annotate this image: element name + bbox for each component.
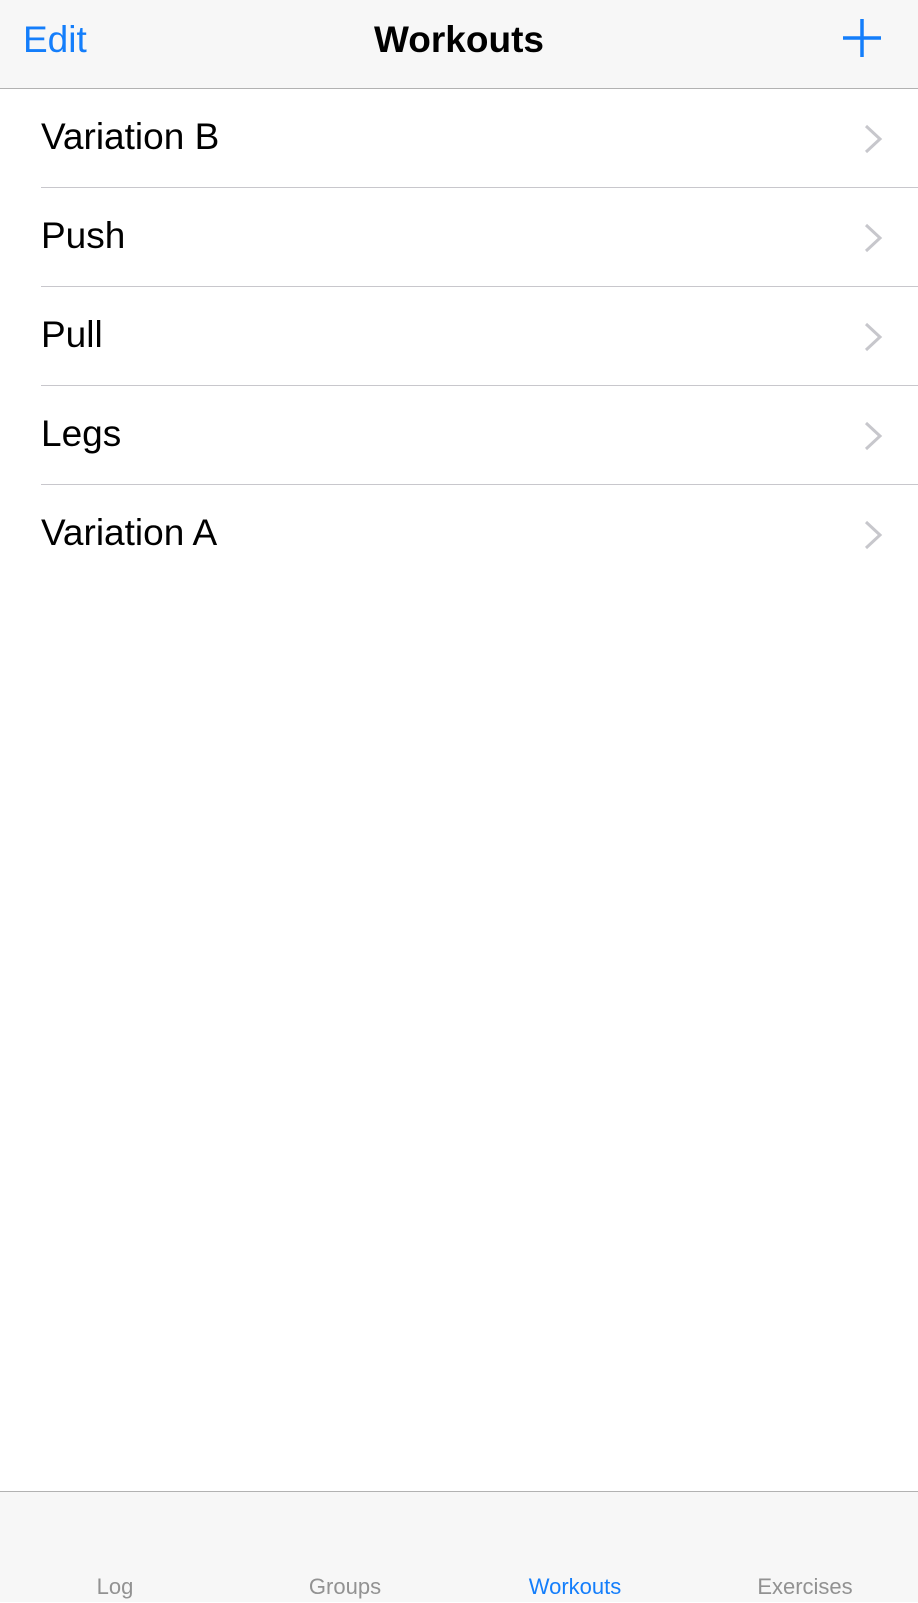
workout-label: Legs xyxy=(41,413,122,454)
page-title: Workouts xyxy=(374,19,544,60)
workout-label: Pull xyxy=(41,314,103,355)
workout-label: Push xyxy=(41,215,126,256)
chevron-right-icon xyxy=(864,124,883,154)
workout-row-pull[interactable]: Pull xyxy=(0,287,918,386)
chevron-right-icon xyxy=(864,520,883,550)
chevron-right-icon xyxy=(864,223,883,253)
chevron-right-icon xyxy=(864,421,883,451)
tab-groups[interactable]: Groups xyxy=(230,1492,460,1603)
add-workout-button[interactable] xyxy=(842,18,882,58)
workout-row-variation-a[interactable]: Variation A xyxy=(0,485,918,584)
workout-list: Variation B Push Pull Legs Variation A xyxy=(0,89,918,584)
tab-label: Log xyxy=(96,1574,134,1599)
tab-workouts[interactable]: Workouts xyxy=(460,1492,690,1603)
tab-label: Groups xyxy=(308,1574,382,1599)
workout-row-variation-b[interactable]: Variation B xyxy=(0,89,918,188)
tab-label: Exercises xyxy=(757,1574,853,1599)
workout-row-push[interactable]: Push xyxy=(0,188,918,287)
tab-log[interactable]: Log xyxy=(0,1492,230,1603)
tab-label: Workouts xyxy=(528,1574,622,1599)
workout-row-legs[interactable]: Legs xyxy=(0,386,918,485)
navigation-bar: Edit Workouts xyxy=(0,0,918,89)
tab-bar: Log Groups Workouts Exercises xyxy=(0,1491,918,1602)
chevron-right-icon xyxy=(864,322,883,352)
plus-icon xyxy=(843,19,881,57)
workout-label: Variation A xyxy=(41,512,218,553)
tab-exercises[interactable]: Exercises xyxy=(690,1492,918,1603)
workout-label: Variation B xyxy=(41,116,220,157)
